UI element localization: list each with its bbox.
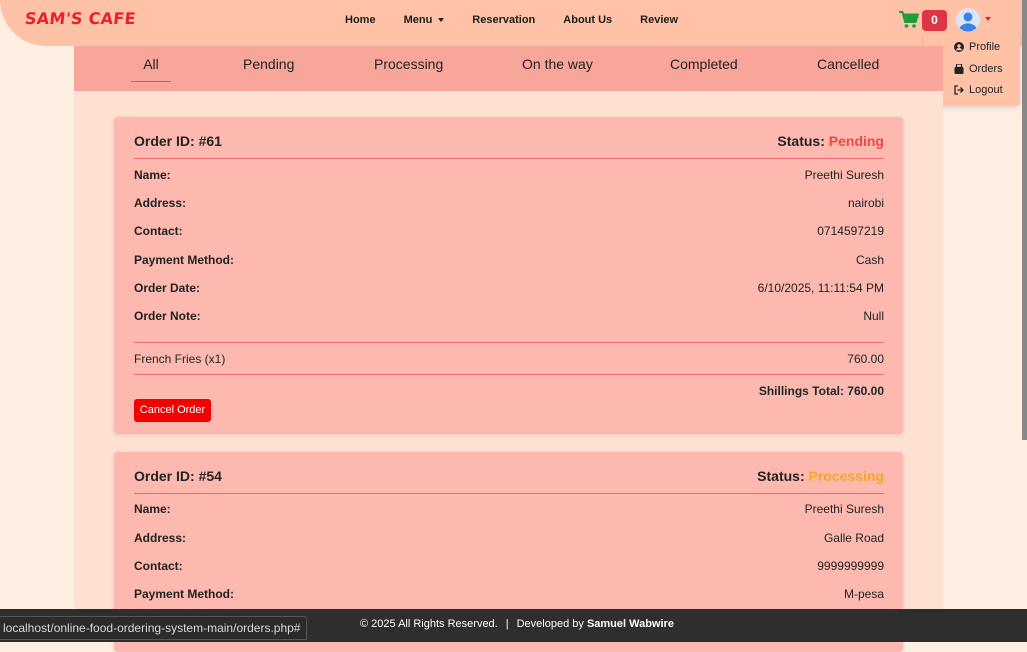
tab-cancelled[interactable]: Cancelled [817, 56, 879, 72]
nav-about[interactable]: About Us [563, 14, 612, 26]
order-status: Status: Pending [777, 133, 884, 149]
order-contact-row: Contact: 9999999999 [134, 559, 884, 575]
cancel-order-button[interactable]: Cancel Order [134, 399, 211, 422]
status-badge: Pending [828, 133, 884, 149]
contact-label: Contact: [134, 559, 183, 573]
brand-logo[interactable]: SAM'S CAFE [24, 9, 137, 28]
nav-review[interactable]: Review [640, 14, 678, 26]
status-label: Status: [757, 468, 805, 484]
item-name: French Fries (x1) [134, 352, 226, 366]
logout-icon [954, 85, 964, 95]
order-date-value: 6/10/2025, 11:11:54 PM [757, 281, 884, 295]
tab-pending[interactable]: Pending [243, 56, 294, 72]
cart-count-badge[interactable]: 0 [922, 10, 947, 31]
user-circle-icon [954, 42, 964, 52]
dropdown-logout-label: Logout [969, 84, 1003, 96]
box-icon [954, 64, 964, 74]
payment-value: Cash [855, 253, 884, 267]
address-label: Address: [134, 196, 187, 210]
footer-dev-name: Samuel Wabwire [586, 618, 674, 630]
contact-label: Contact: [134, 224, 183, 238]
navbar: SAM'S CAFE Home Menu Reservation About U… [0, 0, 1027, 46]
tab-completed[interactable]: Completed [670, 56, 738, 72]
status-label: Status: [777, 133, 825, 149]
order-date-row: Order Date: 6/10/2025, 11:11:54 PM [134, 281, 884, 297]
divider [134, 342, 884, 343]
order-card-header: Order ID: #61 Status: Pending [134, 133, 884, 159]
order-name-row: Name: Preethi Suresh [134, 502, 884, 518]
dropdown-profile[interactable]: Profile [954, 41, 1000, 53]
item-price: 760.00 [847, 352, 884, 366]
name-value: Preethi Suresh [804, 168, 884, 182]
payment-label: Payment Method: [134, 587, 235, 601]
order-status-tabs: All Pending Processing On the way Comple… [74, 46, 943, 91]
dropdown-profile-label: Profile [969, 41, 1001, 53]
name-label: Name: [134, 168, 171, 182]
address-label: Address: [134, 531, 187, 545]
nav-home[interactable]: Home [345, 14, 376, 26]
payment-label: Payment Method: [134, 253, 235, 267]
scrollbar[interactable] [1022, 0, 1027, 440]
order-date-label: Order Date: [134, 281, 201, 295]
order-status: Status: Processing [757, 468, 884, 484]
footer-text: © 2025 All Rights Reserved. | Developed by… [360, 618, 674, 630]
order-note-value: Null [863, 309, 884, 323]
nav-reservation[interactable]: Reservation [472, 14, 535, 26]
name-label: Name: [134, 502, 171, 516]
dropdown-orders-label: Orders [969, 63, 1003, 75]
payment-value: M-pesa [843, 587, 884, 601]
nav-menu[interactable]: Menu [404, 14, 445, 26]
user-avatar-icon[interactable] [956, 8, 980, 32]
order-payment-row: Payment Method: Cash [134, 253, 884, 269]
cart-icon[interactable] [899, 11, 919, 34]
order-payment-row: Payment Method: M-pesa [134, 587, 884, 603]
chevron-down-icon [438, 18, 445, 22]
nav-links: Home Menu Reservation About Us Review [345, 14, 706, 26]
orders-container: Order ID: #61 Status: Pending Name: Preet… [74, 91, 943, 652]
dropdown-orders[interactable]: Orders [954, 63, 1003, 75]
contact-value: 9999999999 [817, 559, 884, 573]
contact-value: 0714597219 [817, 224, 884, 238]
tab-on-the-way[interactable]: On the way [522, 56, 593, 72]
browser-status-url: localhost/online-food-ordering-system-ma… [0, 616, 308, 640]
order-name-row: Name: Preethi Suresh [134, 168, 884, 184]
footer-separator: | [505, 618, 509, 630]
order-card: Order ID: #61 Status: Pending Name: Preet… [114, 117, 903, 434]
address-value: Galle Road [823, 531, 884, 545]
order-note-row: Order Note: Null [134, 309, 884, 325]
footer-dev-prefix: Developed by [516, 618, 584, 630]
nav-menu-label: Menu [403, 14, 433, 26]
address-value: nairobi [847, 196, 884, 210]
dropdown-logout[interactable]: Logout [954, 84, 1003, 96]
status-badge: Processing [808, 468, 884, 484]
name-value: Preethi Suresh [804, 502, 884, 516]
user-chevron-down-icon[interactable] [985, 17, 991, 21]
tab-processing[interactable]: Processing [374, 56, 443, 72]
order-address-row: Address: Galle Road [134, 531, 884, 547]
order-id: Order ID: #61 [134, 133, 222, 149]
order-note-label: Order Note: [134, 309, 201, 323]
tab-all[interactable]: All [131, 56, 171, 82]
order-id: Order ID: #54 [134, 468, 222, 484]
divider [134, 374, 884, 375]
order-item-row: French Fries (x1) 760.00 [134, 352, 884, 366]
order-contact-row: Contact: 0714597219 [134, 224, 884, 240]
order-total: Shillings Total: 760.00 [758, 384, 884, 398]
order-address-row: Address: nairobi [134, 196, 884, 212]
footer-copyright: © 2025 All Rights Reserved. [360, 618, 498, 630]
order-card-header: Order ID: #54 Status: Processing [134, 468, 884, 494]
